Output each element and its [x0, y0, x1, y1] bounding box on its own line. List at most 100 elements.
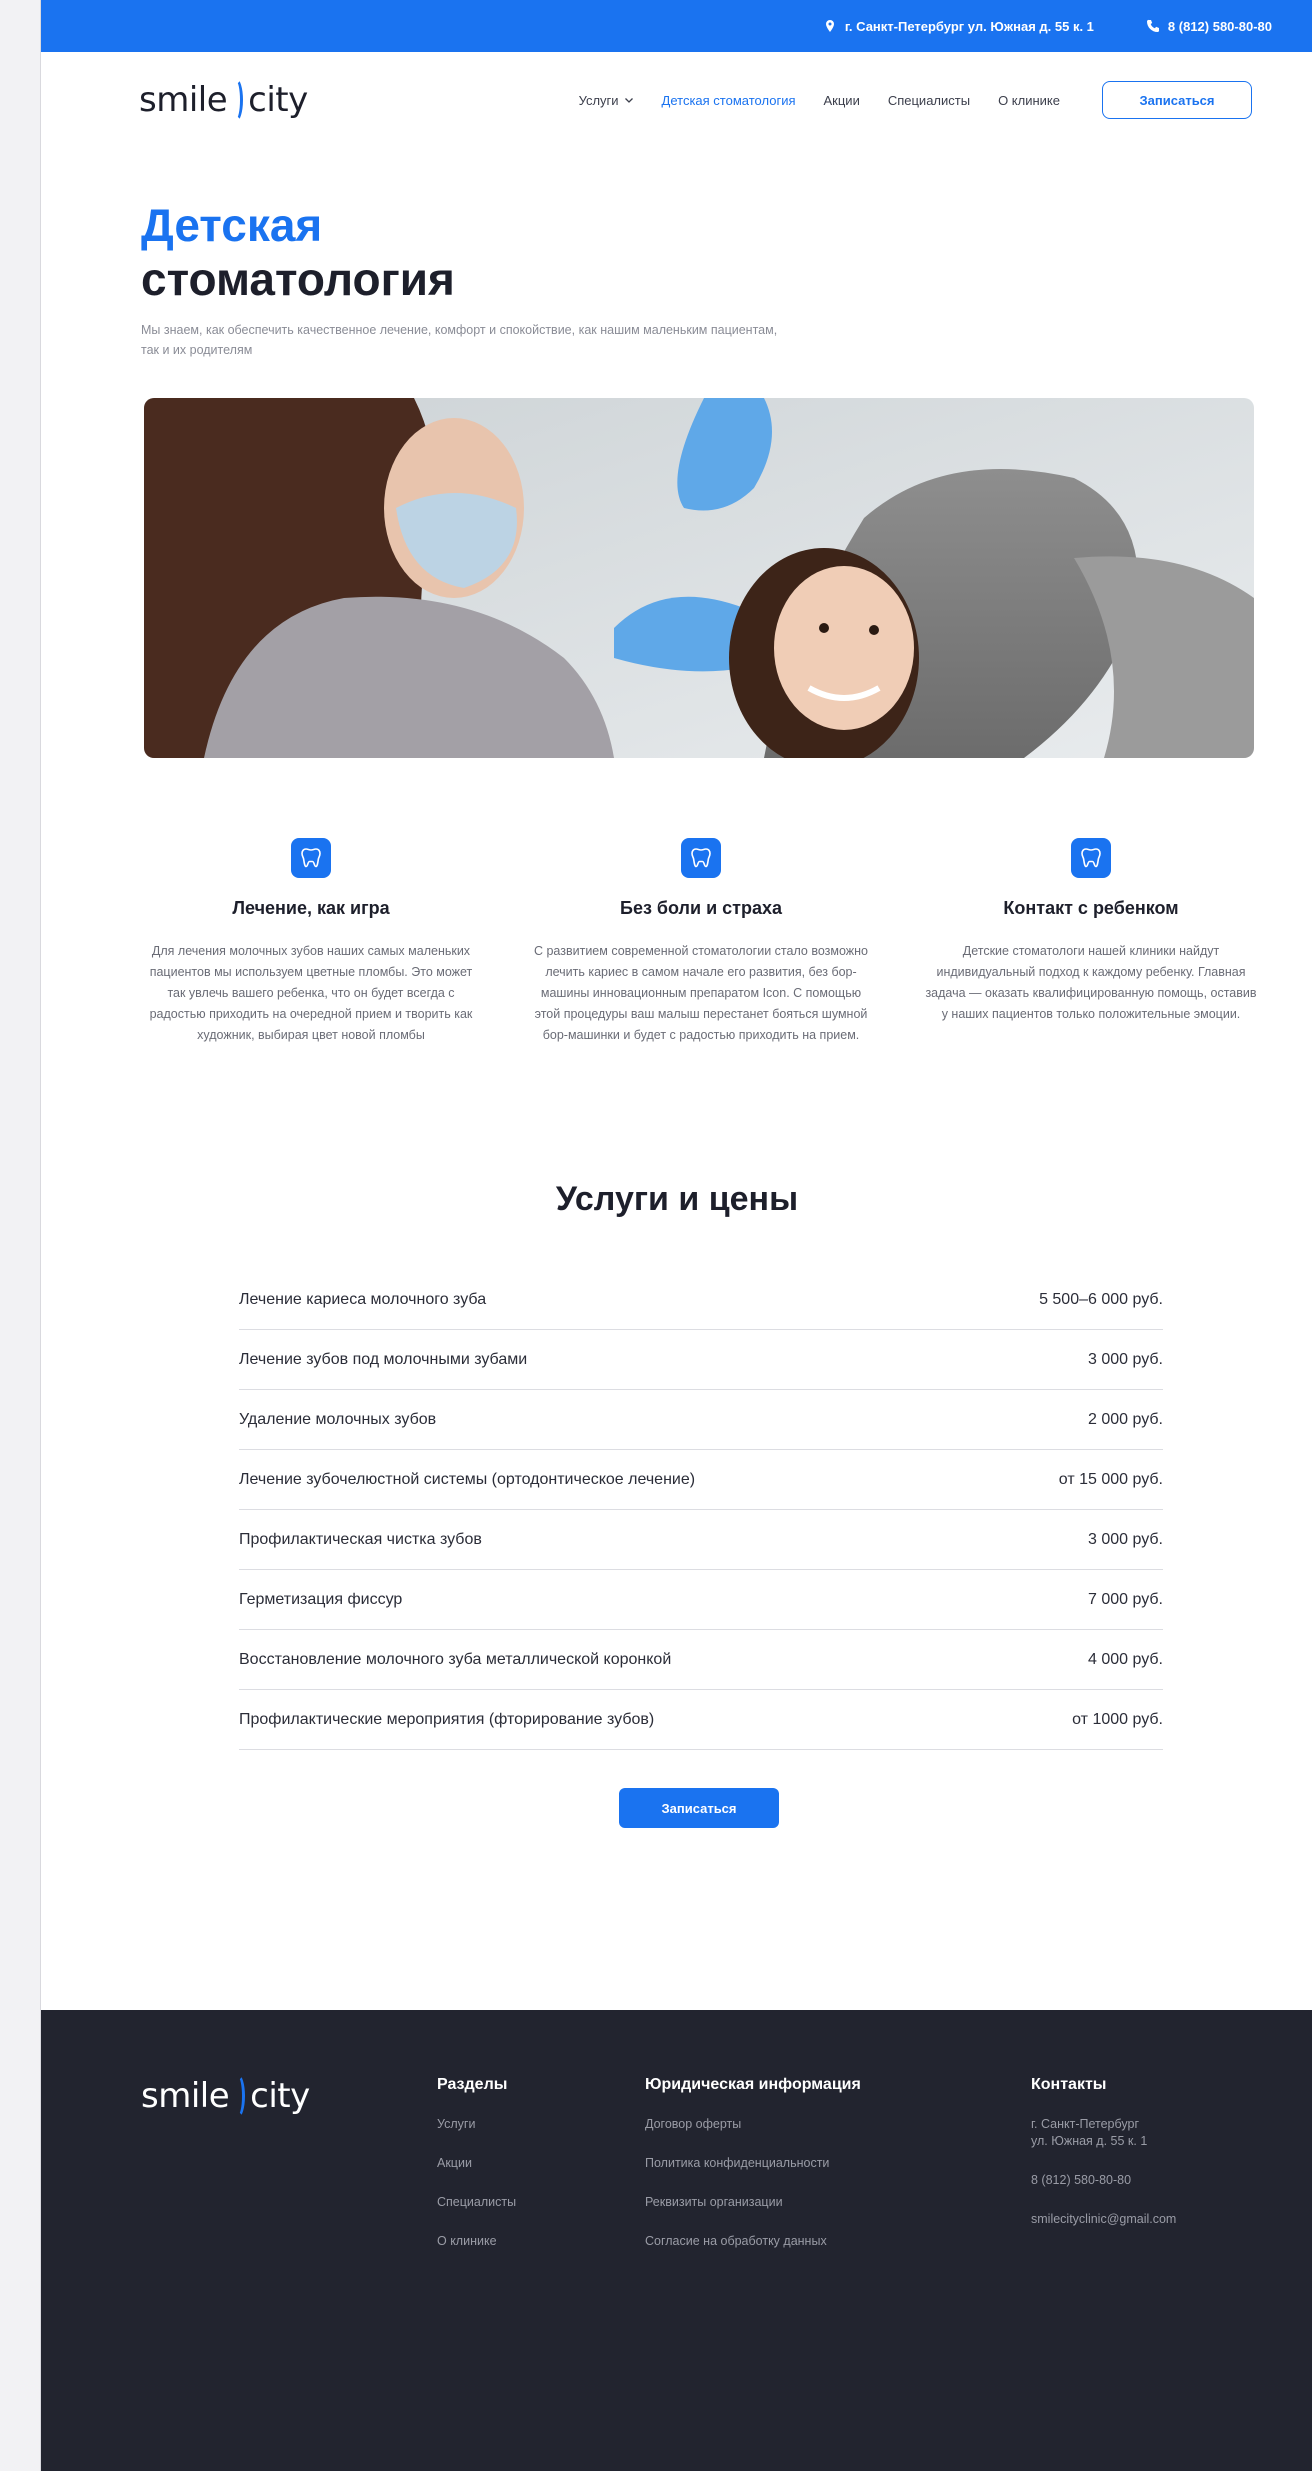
logo-right: city [248, 80, 308, 120]
nav-item-specialists[interactable]: Специалисты [888, 93, 970, 108]
feature-icon-box [291, 838, 331, 878]
chevron-down-icon [624, 98, 633, 103]
footer-phone[interactable]: 8 (812) 580-80-80 [1031, 2172, 1176, 2189]
footer-sections-title: Разделы [437, 2076, 508, 2093]
prices-title: Услуги и цены [555, 1180, 799, 1218]
feature-title: Без боли и страха [620, 898, 782, 918]
topbar-phone-text: 8 (812) 580-80-80 [1167, 18, 1272, 34]
logo[interactable]: smile city [139, 78, 308, 122]
footer-logo-smile-mark [231, 2074, 246, 2118]
site-footer: smile city Разделы Услуги Акции Специали… [41, 2010, 1312, 2471]
footer-link-offer[interactable]: Договор оферты [645, 2116, 861, 2133]
nav-item-promotions-label: Акции [823, 92, 860, 108]
footer-legal-title: Юридическая информация [645, 2076, 861, 2093]
feature-title: Контакт с ребенком [1003, 898, 1179, 918]
location-pin-icon [825, 20, 834, 32]
feature-card: Без боли и страха С развитием современно… [531, 838, 871, 1046]
feature-text: Для лечения молочных зубов наших самых м… [149, 944, 473, 1042]
nav-item-services-label: Услуги [578, 92, 619, 108]
topbar-address[interactable]: г. Санкт-Петербург ул. Южная д. 55 к. 1 [823, 19, 1094, 34]
price-row: Удаление молочных зубов 2 000 руб. [239, 1390, 1163, 1450]
price-service: Профилактические мероприятия (фторирован… [239, 1710, 655, 1728]
footer-contacts: Контакты г. Санкт-Петербург ул. Южная д.… [1031, 2076, 1176, 2250]
price-value: 2 000 руб. [1088, 1410, 1163, 1428]
features-section: Лечение, как игра Для лечения молочных з… [141, 838, 1261, 1046]
price-row: Профилактическая чистка зубов 3 000 руб. [239, 1510, 1163, 1570]
footer-logo[interactable]: smile city [141, 2074, 310, 2118]
price-value: 3 000 руб. [1088, 1530, 1163, 1548]
nav-item-kids-dentistry[interactable]: Детская стоматология [662, 93, 796, 108]
price-value: 7 000 руб. [1088, 1590, 1163, 1608]
footer-logo-left: smile [141, 2076, 230, 2116]
phone-icon [1146, 19, 1160, 33]
left-margin [0, 0, 40, 2471]
price-service: Лечение зубов под молочными зубами [239, 1350, 528, 1368]
footer-link-services[interactable]: Услуги [437, 2116, 516, 2133]
feature-card: Лечение, как игра Для лечения молочных з… [141, 838, 481, 1046]
nav-item-promotions[interactable]: Акции [824, 93, 860, 108]
hero-title-line2: стоматология [141, 253, 455, 305]
price-row: Лечение зубов под молочными зубами 3 000 … [239, 1330, 1163, 1390]
footer-address: г. Санкт-Петербург ул. Южная д. 55 к. 1 [1031, 2116, 1176, 2150]
feature-card: Контакт с ребенком Детские стоматологи н… [921, 838, 1261, 1046]
main-nav: Услуги Детская стоматология Акции Специа… [579, 81, 1252, 119]
feature-icon-box [1071, 838, 1111, 878]
footer-address-line2: ул. Южная д. 55 к. 1 [1031, 2134, 1148, 2148]
feature-text: Детские стоматологи нашей клиники найдут… [925, 944, 1257, 1021]
site-header: smile city Услуги Детская стоматология А… [41, 52, 1312, 148]
tooth-icon [1081, 848, 1101, 868]
footer-link-specialists[interactable]: Специалисты [437, 2194, 516, 2211]
nav-item-about[interactable]: О клинике [998, 93, 1060, 108]
footer-email[interactable]: smilecityclinic@gmail.com [1031, 2211, 1176, 2228]
price-list: Лечение кариеса молочного зуба 5 500–6 00… [239, 1270, 1163, 1750]
hero-photo-illustration [144, 398, 1254, 758]
footer-address-line1: г. Санкт-Петербург [1031, 2117, 1140, 2131]
footer-legal: Юридическая информация Договор оферты По… [645, 2076, 861, 2272]
price-value: от 1000 руб. [1072, 1710, 1163, 1728]
page: г. Санкт-Петербург ул. Южная д. 55 к. 1 … [0, 0, 1312, 2471]
footer-sections: Разделы Услуги Акции Специалисты О клини… [437, 2076, 516, 2272]
tooth-icon [301, 848, 321, 868]
price-row: Лечение кариеса молочного зуба 5 500–6 00… [239, 1270, 1163, 1330]
footer-link-consent[interactable]: Согласие на обработку данных [645, 2233, 861, 2250]
price-row: Лечение зубочелюстной системы (ортодонти… [239, 1450, 1163, 1510]
feature-icon-box [681, 838, 721, 878]
price-row: Герметизация фиссур 7 000 руб. [239, 1570, 1163, 1630]
feature-text: С развитием современной стоматологии ста… [533, 944, 868, 1042]
logo-left: smile [139, 80, 228, 120]
topbar-phone[interactable]: 8 (812) 580-80-80 [1146, 19, 1272, 34]
footer-link-promotions[interactable]: Акции [437, 2155, 516, 2172]
price-value: 4 000 руб. [1088, 1650, 1163, 1668]
nav-item-about-label: О клинике [998, 92, 1060, 108]
price-value: 5 500–6 000 руб. [1039, 1290, 1163, 1308]
prices-signup-button[interactable]: Записаться [619, 1788, 779, 1828]
hero-title-line1: Детская [141, 199, 323, 251]
tooth-icon [691, 848, 711, 868]
price-row: Восстановление молочного зуба металличес… [239, 1630, 1163, 1690]
price-service: Удаление молочных зубов [239, 1410, 437, 1428]
hero-subtitle: Мы знаем, как обеспечить качественное ле… [141, 323, 778, 357]
footer-link-requisites[interactable]: Реквизиты организации [645, 2194, 861, 2211]
price-value: 3 000 руб. [1088, 1350, 1163, 1368]
price-service: Лечение зубочелюстной системы (ортодонти… [239, 1470, 696, 1488]
price-service: Восстановление молочного зуба металличес… [239, 1650, 672, 1668]
price-service: Лечение кариеса молочного зуба [239, 1290, 487, 1308]
price-row: Профилактические мероприятия (фторирован… [239, 1690, 1163, 1750]
price-service: Профилактическая чистка зубов [239, 1530, 482, 1548]
logo-smile-mark [229, 78, 244, 122]
nav-item-kids-dentistry-label: Детская стоматология [661, 92, 796, 108]
footer-logo-right: city [250, 2076, 310, 2116]
feature-title: Лечение, как игра [232, 898, 390, 918]
nav-item-services[interactable]: Услуги [579, 93, 634, 108]
top-bar: г. Санкт-Петербург ул. Южная д. 55 к. 1 … [41, 0, 1312, 52]
price-value: от 15 000 руб. [1058, 1470, 1163, 1488]
footer-contacts-title: Контакты [1031, 2076, 1107, 2093]
hero: Детская стоматология Мы знаем, как обесп… [41, 148, 1312, 360]
header-signup-button[interactable]: Записаться [1102, 81, 1252, 119]
nav-item-specialists-label: Специалисты [887, 92, 971, 108]
price-service: Герметизация фиссур [239, 1590, 403, 1608]
footer-link-privacy[interactable]: Политика конфиденциальности [645, 2155, 861, 2172]
topbar-address-text: г. Санкт-Петербург ул. Южная д. 55 к. 1 [844, 18, 1094, 34]
site-frame: г. Санкт-Петербург ул. Южная д. 55 к. 1 … [40, 0, 1312, 2471]
footer-link-about[interactable]: О клинике [437, 2233, 516, 2250]
